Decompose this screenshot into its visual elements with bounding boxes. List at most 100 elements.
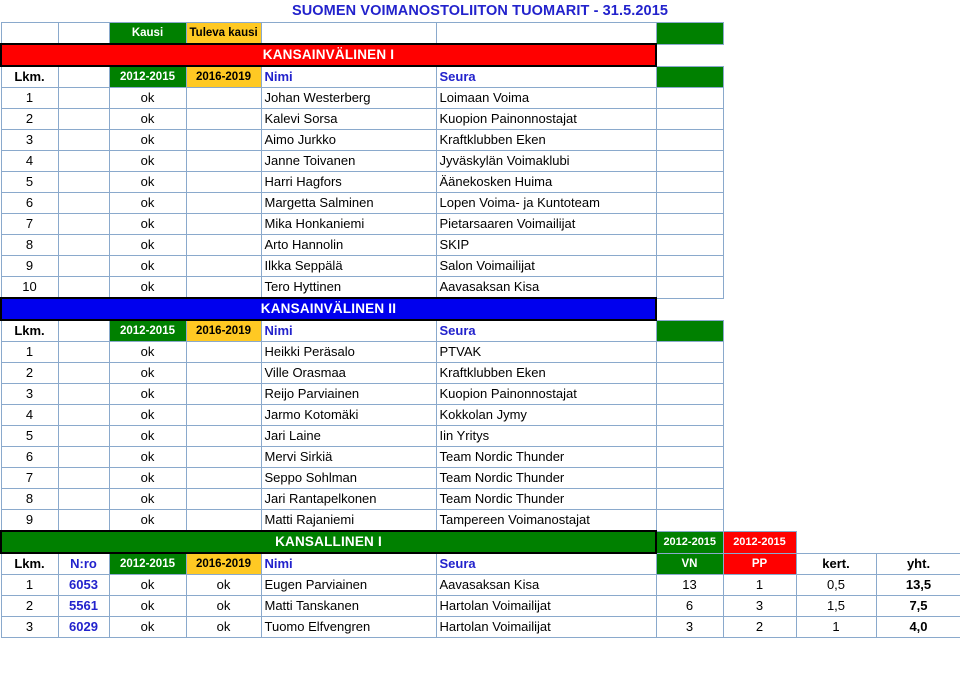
cell-nimi[interactable]: Johan Westerberg [260, 87, 437, 109]
empty-cell[interactable] [655, 213, 724, 235]
cell-nro[interactable]: 5561 [57, 595, 110, 617]
empty-cell[interactable] [57, 404, 110, 426]
cell-tuleva-ok[interactable] [185, 129, 262, 151]
cell-nimi[interactable]: Tuomo Elfvengren [260, 616, 437, 638]
cell-tuleva-ok[interactable] [185, 341, 262, 363]
empty-cell[interactable] [57, 192, 110, 214]
empty-cell[interactable] [655, 108, 724, 130]
cell-kausi-ok[interactable]: ok [108, 234, 187, 256]
cell-tuleva-ok[interactable] [185, 192, 262, 214]
cell-nimi[interactable]: Matti Rajaniemi [260, 509, 437, 532]
cell-seura[interactable]: Salon Voimailijat [435, 255, 657, 277]
cell-nimi[interactable]: Mervi Sirkiä [260, 446, 437, 468]
cell-seura[interactable]: Äänekosken Huima [435, 171, 657, 193]
cell-seura[interactable]: Kraftklubben Eken [435, 129, 657, 151]
cell-kausi-ok[interactable]: ok [108, 404, 187, 426]
empty-cell[interactable] [57, 234, 110, 256]
cell-tuleva-ok[interactable] [185, 509, 262, 532]
cell-nro[interactable]: 6029 [57, 616, 110, 638]
cell-seura[interactable]: Team Nordic Thunder [435, 488, 657, 510]
cell-tuleva-ok[interactable] [185, 108, 262, 130]
cell-lkm[interactable]: 2 [0, 595, 59, 617]
cell-pp[interactable]: 2 [722, 616, 797, 638]
cell-kausi-ok[interactable]: ok [108, 255, 187, 277]
cell-seura[interactable]: Kokkolan Jymy [435, 404, 657, 426]
empty-cell[interactable] [57, 446, 110, 468]
cell-seura[interactable]: Jyväskylän Voimaklubi [435, 150, 657, 172]
cell-nimi[interactable]: Margetta Salminen [260, 192, 437, 214]
cell-tuleva-ok[interactable] [185, 171, 262, 193]
cell-seura[interactable]: Iin Yritys [435, 425, 657, 447]
cell-seura[interactable]: PTVAK [435, 341, 657, 363]
cell-nimi[interactable]: Aimo Jurkko [260, 129, 437, 151]
empty-cell[interactable] [57, 467, 110, 489]
cell-seura[interactable]: Lopen Voima- ja Kuntoteam [435, 192, 657, 214]
cell-pp[interactable]: 3 [722, 595, 797, 617]
empty-cell[interactable] [57, 341, 110, 363]
empty-cell[interactable] [57, 87, 110, 109]
cell-kausi-ok[interactable]: ok [108, 425, 187, 447]
cell-yht[interactable]: 4,0 [875, 616, 960, 638]
cell-lkm[interactable]: 9 [0, 509, 59, 532]
empty-cell[interactable] [57, 509, 110, 532]
cell-tuleva-ok[interactable] [185, 446, 262, 468]
empty-cell[interactable] [57, 171, 110, 193]
cell-nimi[interactable]: Jarmo Kotomäki [260, 404, 437, 426]
cell-tuleva-ok[interactable] [185, 404, 262, 426]
empty-cell[interactable] [57, 383, 110, 405]
cell-lkm[interactable]: 1 [0, 341, 59, 363]
cell-tuleva-ok[interactable] [185, 362, 262, 384]
cell-lkm[interactable]: 8 [0, 488, 59, 510]
empty-cell[interactable] [57, 129, 110, 151]
empty-cell[interactable] [655, 404, 724, 426]
empty-cell[interactable] [57, 362, 110, 384]
empty-cell[interactable] [57, 108, 110, 130]
cell-tuleva-ok[interactable]: ok [185, 574, 262, 596]
cell-seura[interactable]: Pietarsaaren Voimailijat [435, 213, 657, 235]
empty-cell[interactable] [57, 255, 110, 277]
cell-kausi-ok[interactable]: ok [108, 341, 187, 363]
cell-seura[interactable]: Aavasaksan Kisa [435, 574, 657, 596]
cell-kausi-ok[interactable]: ok [108, 129, 187, 151]
cell-kausi-ok[interactable]: ok [108, 595, 187, 617]
cell-seura[interactable]: Kuopion Painonnostajat [435, 383, 657, 405]
cell-nimi[interactable]: Ilkka Seppälä [260, 255, 437, 277]
cell-seura[interactable]: Tampereen Voimanostajat [435, 509, 657, 532]
cell-nimi[interactable]: Janne Toivanen [260, 150, 437, 172]
cell-kausi-ok[interactable]: ok [108, 87, 187, 109]
cell-seura[interactable]: Kraftklubben Eken [435, 362, 657, 384]
cell-kausi-ok[interactable]: ok [108, 108, 187, 130]
cell-lkm[interactable]: 1 [0, 87, 59, 109]
cell-nimi[interactable]: Kalevi Sorsa [260, 108, 437, 130]
cell-nimi[interactable]: Eugen Parviainen [260, 574, 437, 596]
cell-tuleva-ok[interactable] [185, 425, 262, 447]
empty-cell[interactable] [655, 255, 724, 277]
cell-nro[interactable]: 6053 [57, 574, 110, 596]
cell-tuleva-ok[interactable] [185, 276, 262, 299]
cell-kausi-ok[interactable]: ok [108, 467, 187, 489]
empty-cell[interactable] [655, 150, 724, 172]
empty-cell[interactable] [655, 276, 724, 299]
cell-lkm[interactable]: 3 [0, 383, 59, 405]
cell-tuleva-ok[interactable] [185, 234, 262, 256]
cell-lkm[interactable]: 7 [0, 213, 59, 235]
cell-kausi-ok[interactable]: ok [108, 362, 187, 384]
cell-kausi-ok[interactable]: ok [108, 192, 187, 214]
cell-tuleva-ok[interactable] [185, 467, 262, 489]
cell-kert[interactable]: 1 [795, 616, 877, 638]
cell-lkm[interactable]: 6 [0, 192, 59, 214]
cell-kausi-ok[interactable]: ok [108, 446, 187, 468]
empty-cell[interactable] [57, 425, 110, 447]
cell-vn[interactable]: 3 [655, 616, 724, 638]
empty-cell[interactable] [655, 171, 724, 193]
cell-kausi-ok[interactable]: ok [108, 574, 187, 596]
cell-kausi-ok[interactable]: ok [108, 213, 187, 235]
cell-seura[interactable]: Kuopion Painonnostajat [435, 108, 657, 130]
cell-lkm[interactable]: 8 [0, 234, 59, 256]
empty-cell[interactable] [655, 488, 724, 510]
cell-vn[interactable]: 6 [655, 595, 724, 617]
cell-seura[interactable]: Team Nordic Thunder [435, 446, 657, 468]
cell-lkm[interactable]: 4 [0, 150, 59, 172]
empty-cell[interactable] [655, 383, 724, 405]
cell-nimi[interactable]: Ville Orasmaa [260, 362, 437, 384]
